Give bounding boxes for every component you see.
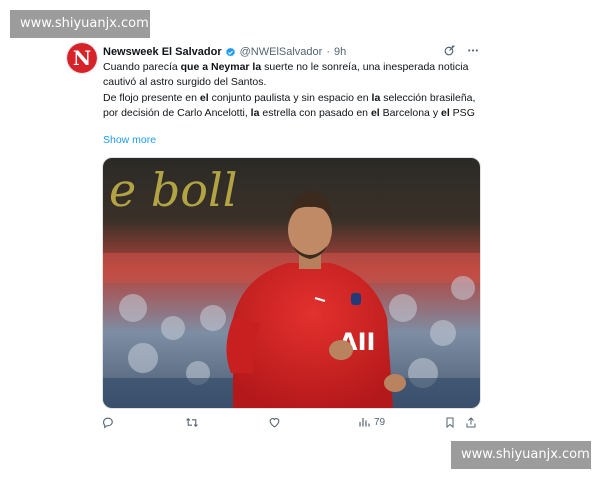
photo-football-player: e boll AII (103, 158, 480, 408)
tweet-text: Cuando parecía que a Neymar la suerte no… (103, 60, 488, 122)
tweet-card[interactable]: N Newsweek El Salvador @NWElSalvador · 9… (66, 38, 486, 438)
avatar[interactable]: N (66, 42, 98, 74)
tweet-paragraph-1: Cuando parecía que a Neymar la suerte no… (103, 61, 469, 89)
tweet-header: Newsweek El Salvador @NWElSalvador · 9h (103, 44, 486, 60)
bookmark-icon (446, 417, 454, 429)
separator: · (326, 46, 330, 58)
reply-icon (103, 417, 113, 429)
share-button[interactable] (465, 416, 477, 429)
retweet-icon (186, 417, 198, 428)
views-button[interactable]: 79 (358, 416, 385, 428)
watermark-bottom: www.shiyuanjx.com (451, 441, 591, 469)
tweet-paragraph-2: De flojo presente en el conjunto paulist… (103, 91, 476, 120)
author-handle[interactable]: @NWElSalvador (240, 46, 323, 58)
like-button[interactable] (268, 416, 281, 429)
reply-button[interactable] (102, 416, 115, 429)
tweet-photo[interactable]: e boll AII (102, 157, 481, 409)
views-icon (359, 418, 370, 427)
author-name[interactable]: Newsweek El Salvador (103, 46, 222, 58)
timestamp[interactable]: 9h (334, 46, 346, 58)
retweet-button[interactable] (185, 416, 199, 429)
like-icon (269, 418, 280, 428)
share-icon (466, 417, 476, 428)
photo-banner-text: e boll (109, 163, 237, 217)
verified-icon (225, 47, 235, 56)
grok-icon[interactable] (443, 44, 456, 57)
show-more-link[interactable]: Show more (103, 134, 156, 146)
newsweek-logo: N (67, 43, 97, 73)
watermark-top: www.shiyuanjx.com (10, 10, 150, 38)
views-count: 79 (374, 416, 386, 428)
tweet-actions: 79 (102, 416, 480, 434)
bookmark-button[interactable] (444, 416, 456, 429)
more-icon[interactable] (466, 44, 480, 57)
